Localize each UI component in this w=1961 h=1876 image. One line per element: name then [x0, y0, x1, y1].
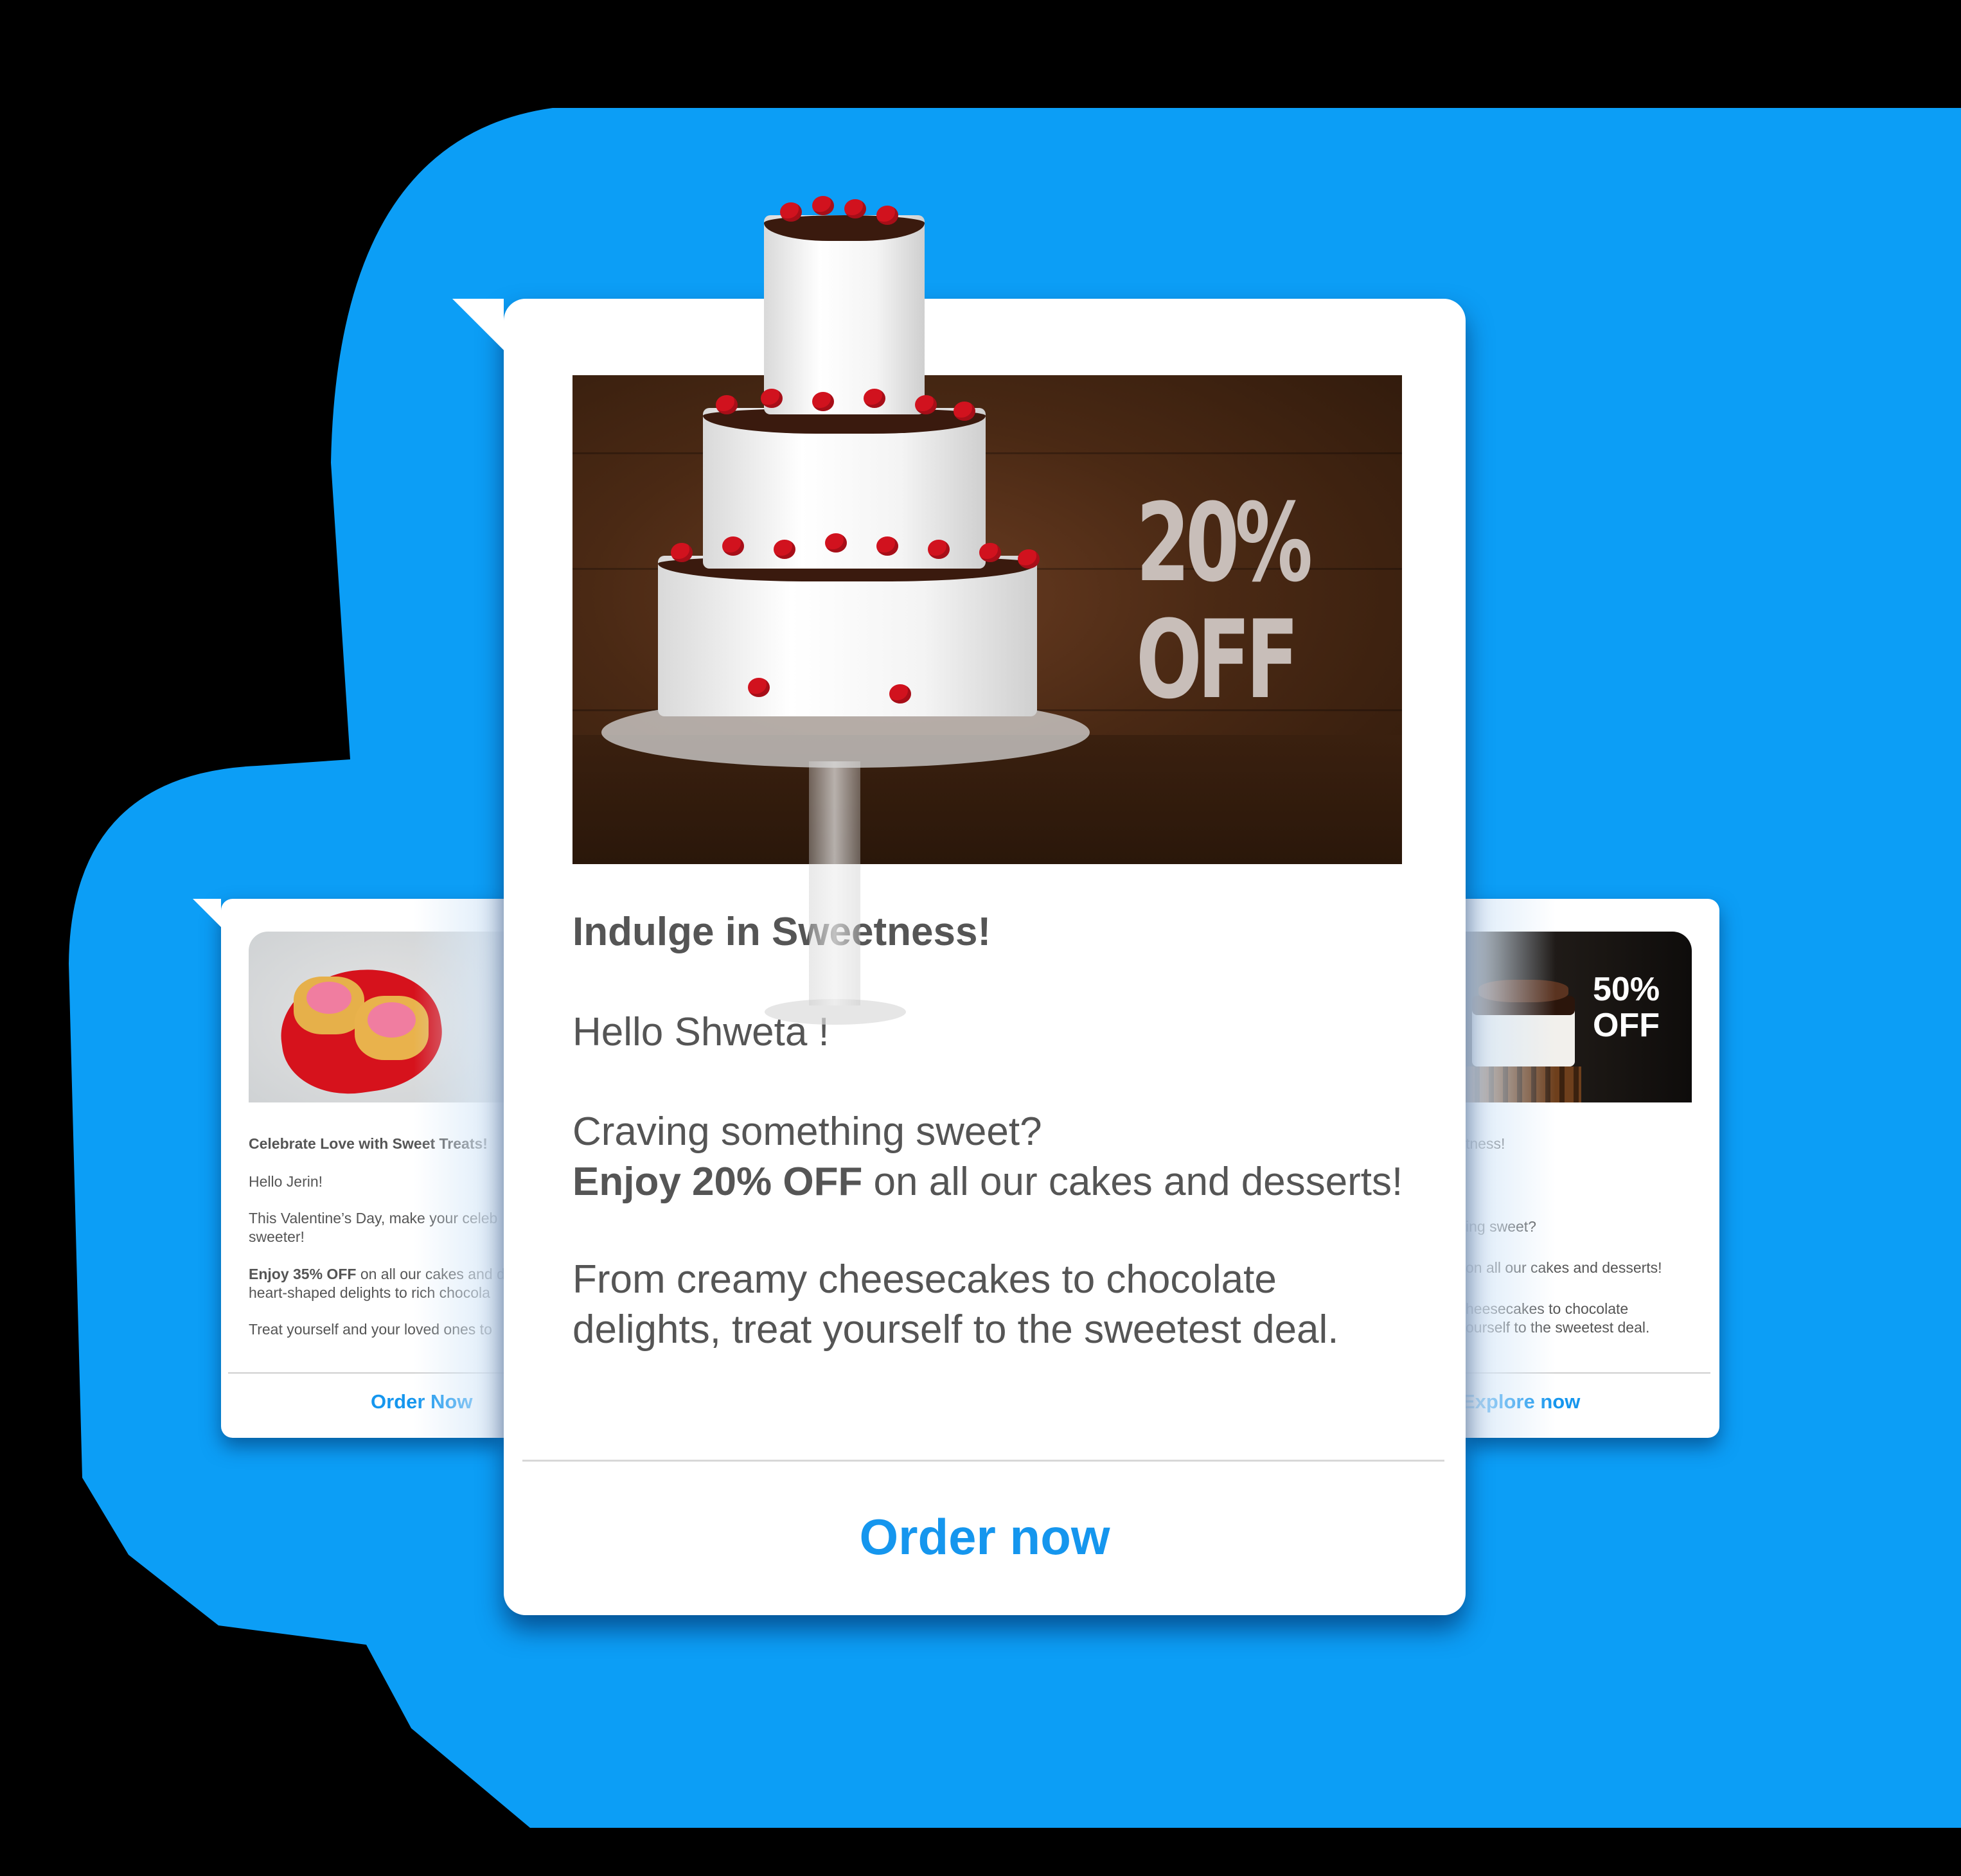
left-card-offer: Enjoy 35% OFF on all our cakes and d [249, 1264, 504, 1284]
left-card-line2: sweeter! [249, 1228, 305, 1245]
left-card-offer-bold: Enjoy 35% OFF [249, 1266, 357, 1282]
left-notification-card: Celebrate Love with Sweet Treats! Hello … [221, 899, 504, 1438]
promo-line1: 20% [1136, 480, 1313, 606]
main-card-offer-bold: Enjoy 20% OFF [572, 1160, 863, 1204]
promo-line2: OFF [1136, 597, 1299, 723]
left-card-offer-rest: on all our cakes and d [356, 1266, 504, 1282]
left-card-line4: heart-shaped delights to rich chocola [249, 1284, 490, 1301]
left-card-greeting: Hello Jerin! [249, 1173, 323, 1190]
left-card-tail [193, 899, 221, 927]
right-card-title: tness! [1466, 1135, 1505, 1152]
right-card-divider [1466, 1372, 1710, 1374]
promo-text: 20% OFF [1136, 480, 1313, 723]
main-card-offer: Enjoy 20% OFF on all our cakes and desse… [572, 1157, 1403, 1207]
right-card-line4: ourself to the sweetest deal. [1466, 1319, 1650, 1336]
right-notification-card: 50% OFF tness! ing sweet? on all our cak… [1466, 899, 1719, 1438]
main-card-tail [452, 299, 504, 350]
left-card-line1: This Valentine’s Day, make your celeb [249, 1210, 498, 1226]
chocolate-cake-image: 50% OFF [1466, 932, 1692, 1102]
right-card-line2: on all our cakes and desserts! [1466, 1259, 1662, 1276]
main-card-line4: delights, treat yourself to the sweetest… [572, 1307, 1339, 1352]
right-card-explore-button[interactable]: Explore now [1466, 1390, 1580, 1413]
right-card-promo-line1: 50% [1593, 971, 1660, 1008]
left-card-order-button[interactable]: Order Now [371, 1390, 472, 1413]
main-card-divider [522, 1460, 1444, 1462]
right-card-promo-line2: OFF [1593, 1007, 1660, 1044]
valentine-image [249, 932, 504, 1102]
main-card-line1: Craving something sweet? [572, 1110, 1042, 1154]
left-card-divider [228, 1372, 504, 1374]
main-notification-card: 20% OFF Indulge in Sweetness! Hello Shwe… [452, 196, 1466, 1615]
main-card-offer-rest: on all our cakes and desserts! [862, 1160, 1403, 1204]
right-card-line3: heesecakes to chocolate [1466, 1300, 1629, 1317]
right-card-promo: 50% OFF [1593, 971, 1660, 1043]
left-card-title: Celebrate Love with Sweet Treats! [249, 1135, 488, 1152]
order-now-button[interactable]: Order now [504, 1508, 1466, 1566]
right-card-line1: ing sweet? [1466, 1218, 1536, 1235]
left-card-line5: Treat yourself and your loved ones to [249, 1321, 492, 1338]
main-card-title: Indulge in Sweetness! [572, 910, 991, 954]
main-card-line3: From creamy cheesecakes to chocolate [572, 1257, 1277, 1302]
